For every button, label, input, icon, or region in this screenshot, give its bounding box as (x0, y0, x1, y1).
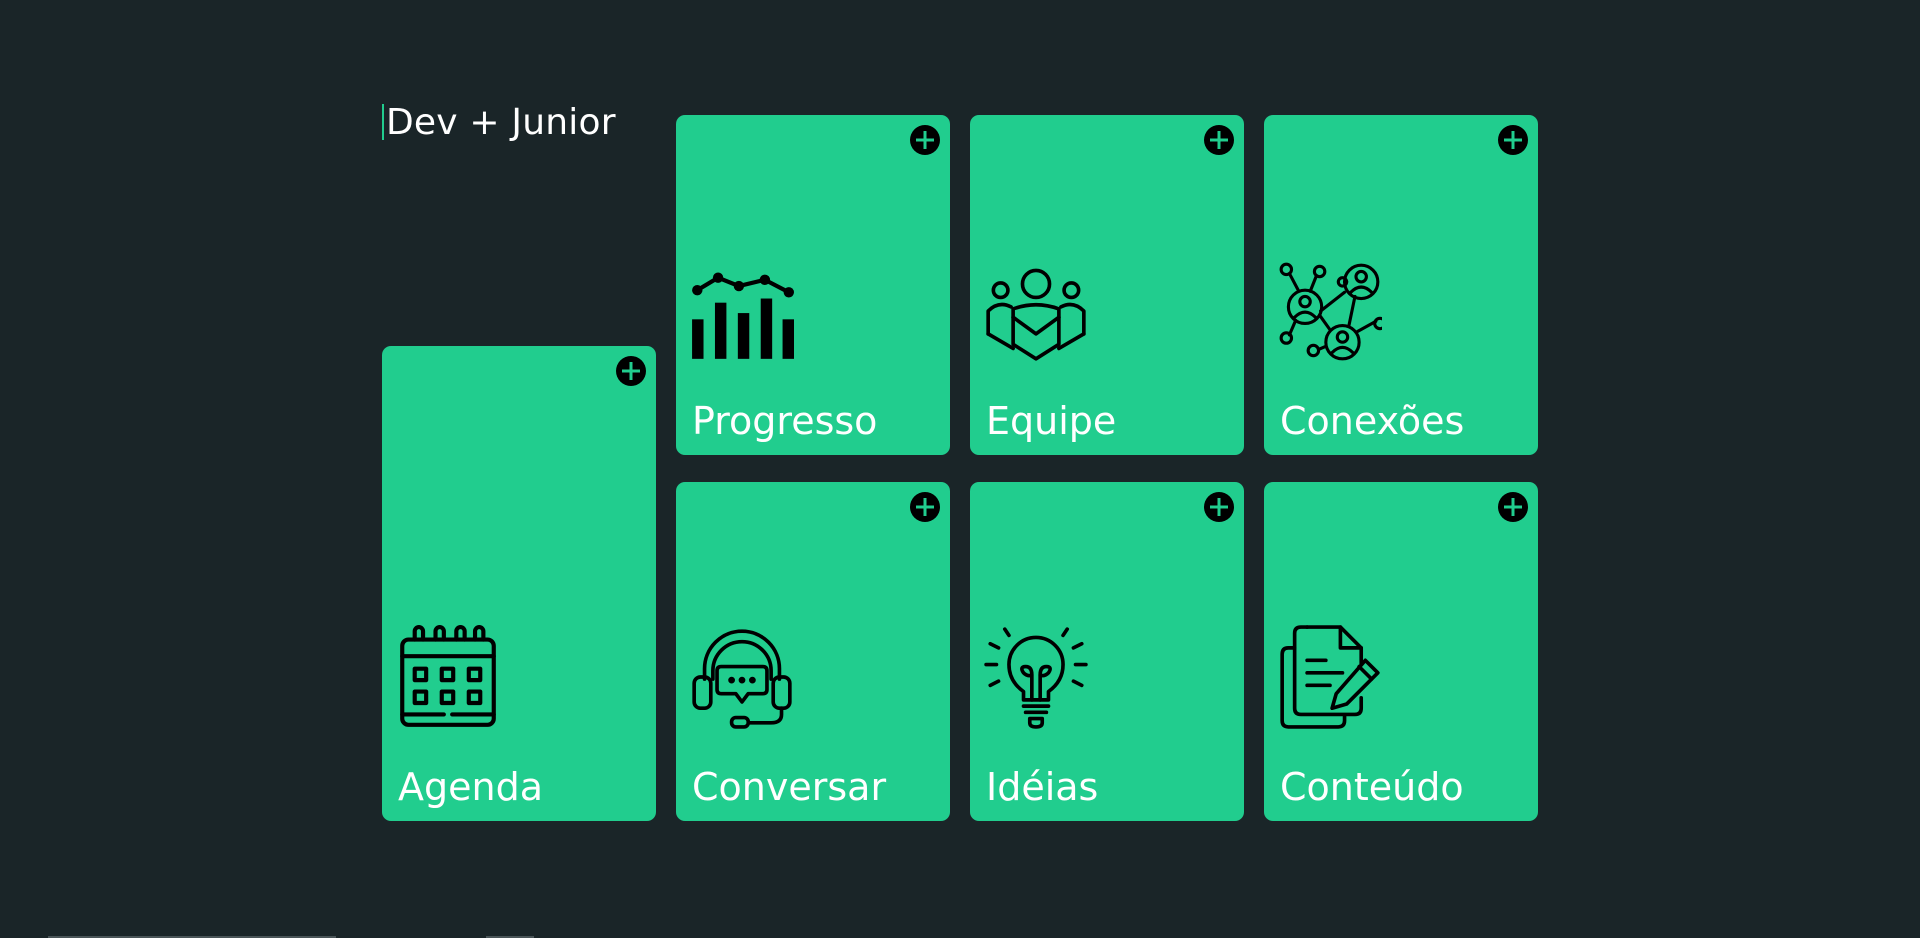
documents-pencil-icon (1278, 625, 1382, 729)
dashboard: Dev + Junior Agenda Progresso Equipe Con… (0, 0, 1920, 938)
card-conexoes[interactable]: Conexões (1264, 115, 1538, 455)
card-label: Conteúdo (1280, 765, 1464, 809)
team-icon (984, 259, 1088, 363)
card-ideias[interactable]: Idéias (970, 482, 1244, 821)
add-equipe-icon[interactable] (1204, 125, 1234, 155)
card-label: Conversar (692, 765, 887, 809)
card-equipe[interactable]: Equipe (970, 115, 1244, 455)
add-conexoes-icon[interactable] (1498, 125, 1528, 155)
card-conversar[interactable]: Conversar (676, 482, 950, 821)
headset-chat-icon (690, 625, 794, 729)
lightbulb-icon (984, 625, 1088, 729)
card-label: Agenda (398, 765, 543, 809)
card-conteudo[interactable]: Conteúdo (1264, 482, 1538, 821)
bar-chart-icon (690, 259, 794, 363)
add-conversar-icon[interactable] (910, 492, 940, 522)
network-icon (1278, 259, 1382, 363)
add-conteudo-icon[interactable] (1498, 492, 1528, 522)
add-agenda-icon[interactable] (616, 356, 646, 386)
text-cursor (382, 104, 384, 140)
add-ideias-icon[interactable] (1204, 492, 1234, 522)
brand-title-text: Dev + Junior (386, 101, 616, 143)
card-label: Equipe (986, 399, 1117, 443)
card-label: Progresso (692, 399, 878, 443)
brand-title: Dev + Junior (382, 101, 616, 143)
add-progresso-icon[interactable] (910, 125, 940, 155)
card-agenda[interactable]: Agenda (382, 346, 656, 821)
card-progresso[interactable]: Progresso (676, 115, 950, 455)
calendar-icon (396, 625, 500, 729)
card-label: Conexões (1280, 399, 1465, 443)
card-label: Idéias (986, 765, 1099, 809)
